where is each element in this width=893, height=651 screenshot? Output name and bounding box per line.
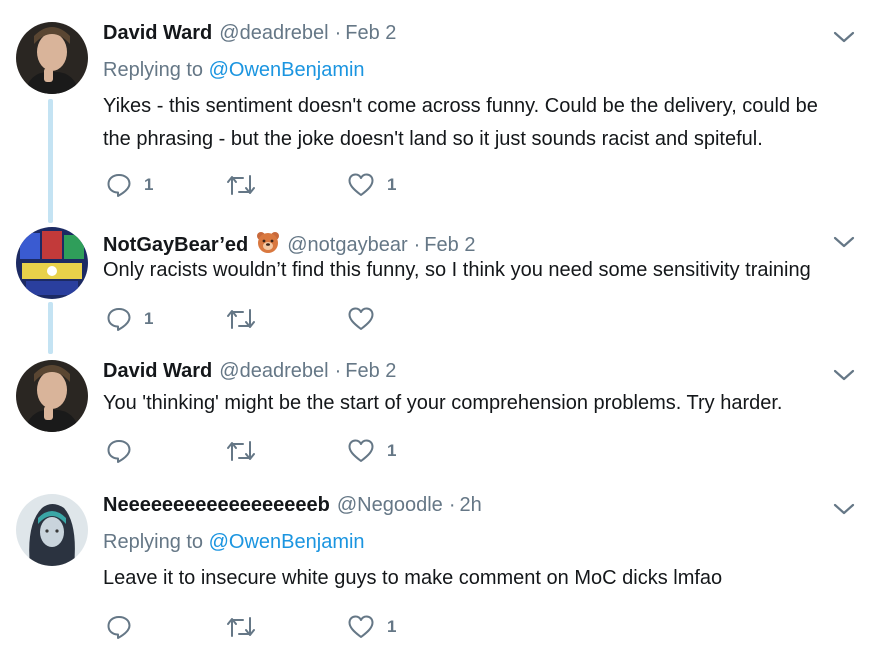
reply-count: 1 — [144, 175, 154, 194]
avatar[interactable] — [16, 22, 88, 94]
replying-to: Replying to @OwenBenjamin — [103, 531, 365, 554]
author-handle[interactable]: @Negoodle — [337, 494, 443, 517]
like-count: 1 — [387, 175, 397, 194]
like-button[interactable] — [347, 306, 387, 332]
tweet-text: Yikes - this sentiment doesn't come acro… — [103, 90, 863, 156]
chevron-down-icon[interactable] — [833, 30, 855, 44]
separator: · — [334, 360, 342, 382]
tweet-text: Leave it to insecure white guys to make … — [103, 562, 863, 595]
replying-to-link[interactable]: @OwenBenjamin — [209, 59, 365, 81]
author-handle[interactable]: @deadrebel — [219, 22, 328, 45]
tweet-text-line: Leave it to insecure white guys to make … — [103, 567, 723, 589]
tweet-text-line: the phrasing - but the joke doesn't land… — [103, 128, 763, 150]
retweet-icon — [227, 175, 255, 195]
reply-button[interactable] — [106, 438, 144, 464]
like-icon — [348, 615, 374, 638]
reply-count: 1 — [144, 309, 154, 328]
tweet-text-line: Yikes - this sentiment doesn't come acro… — [103, 95, 818, 117]
separator: · — [448, 494, 456, 516]
tweet-text: You 'thinking' might be the start of you… — [103, 387, 863, 420]
reply-button[interactable]: 1 — [106, 306, 153, 332]
like-count: 1 — [387, 617, 397, 636]
like-icon — [348, 439, 374, 462]
retweet-button[interactable] — [226, 614, 268, 640]
reply-icon — [107, 440, 131, 463]
author-name[interactable]: Neeeeeeeeeeeeeeeeeeb — [103, 494, 330, 517]
chevron-down-icon[interactable] — [833, 368, 855, 382]
reply-button[interactable]: 1 — [106, 172, 153, 198]
reply-icon — [107, 308, 131, 331]
thread-connector — [48, 99, 53, 223]
avatar[interactable] — [16, 494, 88, 566]
retweet-icon — [227, 617, 255, 637]
like-count: 1 — [387, 441, 397, 460]
retweet-button[interactable] — [226, 172, 268, 198]
tweet-text-line: Only racists wouldn’t find this funny, s… — [103, 259, 811, 281]
retweet-icon — [227, 441, 255, 461]
author-handle[interactable]: @deadrebel — [219, 360, 328, 383]
avatar[interactable] — [16, 360, 88, 432]
like-button[interactable]: 1 — [347, 438, 396, 464]
reply-icon — [107, 174, 131, 197]
retweet-button[interactable] — [226, 438, 268, 464]
timestamp[interactable]: Feb 2 — [345, 22, 396, 45]
chevron-down-icon[interactable] — [833, 502, 855, 516]
tweet-text: Only racists wouldn’t find this funny, s… — [103, 254, 863, 287]
timestamp[interactable]: 2h — [459, 494, 481, 517]
bear-emoji — [257, 232, 280, 253]
retweet-button[interactable] — [226, 306, 268, 332]
like-icon — [348, 173, 374, 196]
replying-prefix: Replying to — [103, 531, 204, 553]
replying-to-link[interactable]: @OwenBenjamin — [209, 531, 365, 553]
reply-button[interactable] — [106, 614, 144, 640]
like-button[interactable]: 1 — [347, 614, 396, 640]
author-name[interactable]: David Ward — [103, 22, 212, 45]
reply-icon — [107, 616, 131, 639]
replying-to: Replying to @OwenBenjamin — [103, 59, 365, 82]
like-icon — [348, 307, 374, 330]
avatar[interactable] — [16, 227, 88, 299]
replying-prefix: Replying to — [103, 59, 204, 81]
chevron-down-icon[interactable] — [833, 235, 855, 249]
like-button[interactable]: 1 — [347, 172, 396, 198]
author-name[interactable]: David Ward — [103, 360, 212, 383]
retweet-icon — [227, 309, 255, 329]
separator: · — [334, 22, 342, 44]
thread-connector — [48, 302, 53, 354]
timestamp[interactable]: Feb 2 — [345, 360, 396, 383]
tweet-text-line: You 'thinking' might be the start of you… — [103, 392, 783, 414]
